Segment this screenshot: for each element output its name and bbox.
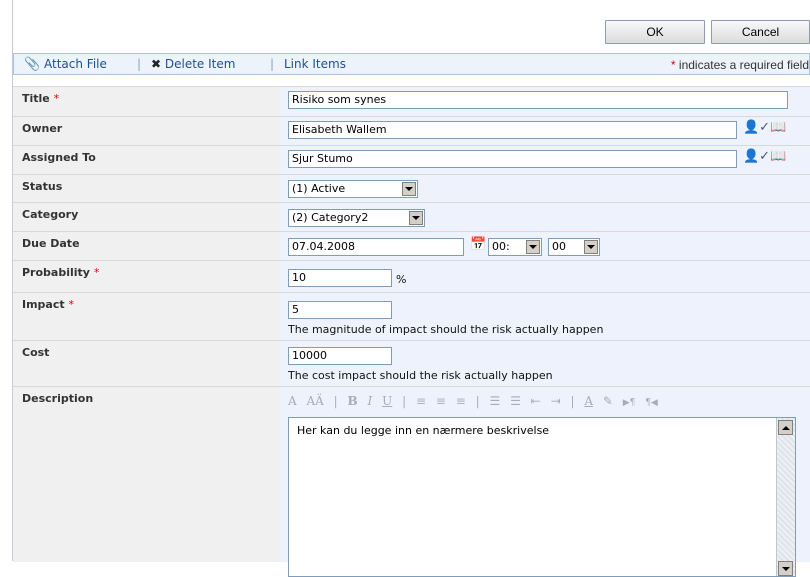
- minute-select[interactable]: 00: [548, 238, 600, 256]
- impact-label: Impact *: [13, 293, 280, 341]
- align-left-icon[interactable]: ≡: [416, 394, 426, 408]
- scroll-down-icon[interactable]: [778, 561, 793, 576]
- description-editor[interactable]: Her kan du legge inn en nærmere beskrive…: [288, 417, 796, 577]
- toolbar-separator: |: [475, 394, 480, 408]
- italic-icon[interactable]: I: [368, 394, 373, 408]
- underline-icon[interactable]: U: [382, 394, 392, 408]
- form-buttons: OK Cancel: [605, 20, 810, 44]
- align-center-icon[interactable]: ≡: [436, 394, 446, 408]
- row-assigned-to: Assigned To Sjur Stumo 👤✓ 📖: [13, 145, 810, 175]
- impact-input[interactable]: 5: [288, 301, 392, 319]
- highlight-icon[interactable]: ✎: [603, 394, 613, 408]
- assigned-to-input[interactable]: Sjur Stumo: [288, 150, 737, 168]
- font-color-icon[interactable]: A: [584, 394, 593, 408]
- row-owner: Owner Elisabeth Wallem 👤✓ 📖: [13, 116, 810, 146]
- owner-label: Owner: [13, 117, 280, 146]
- rtl-icon[interactable]: ¶◀: [645, 398, 658, 408]
- probability-input[interactable]: 10: [288, 269, 392, 287]
- font-size-icon[interactable]: AÄ: [307, 394, 324, 408]
- item-toolbar: 📎 Attach File | ✖ Delete Item | Link Ite…: [13, 53, 810, 75]
- hour-select[interactable]: 00:: [488, 238, 542, 256]
- percent-unit: %: [396, 273, 407, 286]
- cost-help-text: The cost impact should the risk actually…: [288, 369, 553, 382]
- address-book-icon[interactable]: 📖: [770, 120, 786, 135]
- chevron-down-icon: [584, 240, 598, 254]
- row-cost: Cost 10000 The cost impact should the ri…: [13, 340, 810, 387]
- bulleted-list-icon[interactable]: ☰: [510, 394, 521, 408]
- due-date-input[interactable]: 07.04.2008: [288, 238, 464, 256]
- chevron-down-icon: [526, 240, 540, 254]
- cancel-button[interactable]: Cancel: [711, 20, 810, 44]
- impact-help-text: The magnitude of impact should the risk …: [288, 323, 604, 336]
- toolbar-separator: |: [402, 394, 407, 408]
- delete-x-icon: ✖: [151, 57, 162, 71]
- scroll-up-icon[interactable]: [778, 420, 793, 435]
- font-icon[interactable]: A: [288, 394, 297, 408]
- row-impact: Impact * 5 The magnitude of impact shoul…: [13, 292, 810, 341]
- status-label: Status: [13, 175, 280, 203]
- assigned-to-label: Assigned To: [13, 146, 280, 175]
- title-label: Title *: [13, 87, 280, 117]
- align-right-icon[interactable]: ≡: [456, 394, 466, 408]
- rich-text-toolbar: A AÄ | B I U | ≡ ≡ ≡ | ☰ ☰ ⇤ ⇥ | A ✎ ▶¶ …: [288, 394, 795, 414]
- delete-item-link[interactable]: ✖ Delete Item: [151, 57, 235, 71]
- address-book-icon[interactable]: 📖: [770, 149, 786, 164]
- owner-input[interactable]: Elisabeth Wallem: [288, 121, 737, 139]
- cost-label: Cost: [13, 341, 280, 387]
- probability-label: Probability *: [13, 261, 280, 293]
- status-select[interactable]: (1) Active: [288, 180, 418, 198]
- cost-input[interactable]: 10000: [288, 347, 392, 365]
- description-text: Her kan du legge inn en nærmere beskrive…: [297, 424, 550, 437]
- row-probability: Probability * 10 %: [13, 260, 810, 293]
- attach-file-link[interactable]: 📎 Attach File: [24, 57, 107, 72]
- due-date-label: Due Date: [13, 232, 280, 261]
- toolbar-separator: |: [270, 57, 275, 71]
- toolbar-separator: |: [333, 394, 338, 408]
- row-due-date: Due Date 07.04.2008 📅 00: 00: [13, 231, 810, 261]
- category-select[interactable]: (2) Category2: [288, 209, 425, 227]
- link-items-link[interactable]: Link Items: [284, 57, 346, 71]
- ok-button[interactable]: OK: [605, 20, 705, 44]
- row-title: Title * Risiko som synes: [13, 86, 810, 117]
- chevron-down-icon: [409, 211, 423, 225]
- check-names-icon[interactable]: 👤✓: [743, 149, 770, 164]
- category-label: Category: [13, 203, 280, 232]
- row-status: Status (1) Active: [13, 174, 810, 203]
- editor-scrollbar[interactable]: [776, 418, 795, 576]
- toolbar-separator: |: [570, 394, 575, 408]
- chevron-down-icon: [402, 182, 416, 196]
- calendar-icon[interactable]: 📅: [470, 237, 486, 252]
- decrease-indent-icon[interactable]: ⇤: [531, 394, 541, 408]
- row-category: Category (2) Category2: [13, 202, 810, 232]
- paperclip-icon: 📎: [24, 57, 41, 72]
- title-input[interactable]: Risiko som synes: [288, 91, 788, 109]
- increase-indent-icon[interactable]: ⇥: [551, 394, 561, 408]
- row-description: Description A AÄ | B I U | ≡ ≡ ≡ | ☰ ☰ ⇤…: [13, 386, 810, 577]
- bold-icon[interactable]: B: [348, 394, 358, 408]
- check-names-icon[interactable]: 👤✓: [743, 120, 770, 135]
- toolbar-separator: |: [137, 57, 142, 71]
- description-label: Description: [13, 387, 280, 562]
- required-field-note: * indicates a required field: [670, 58, 809, 72]
- numbered-list-icon[interactable]: ☰: [489, 394, 500, 408]
- ltr-icon[interactable]: ▶¶: [623, 398, 636, 408]
